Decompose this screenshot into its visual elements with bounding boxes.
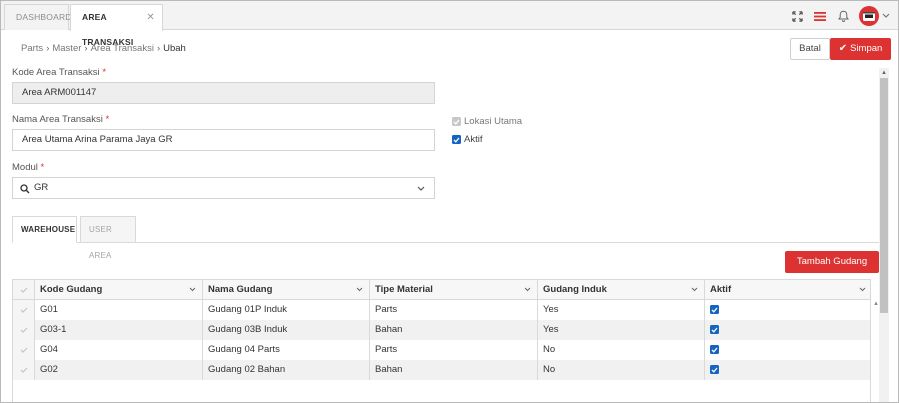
row-select-checkbox[interactable] [13,320,35,340]
nama-area-label: Nama Area Transaksi * [12,114,110,125]
breadcrumb-master[interactable]: Master [52,43,81,54]
tab-user-area[interactable]: USER AREA [80,216,136,260]
checkbox-checked-icon[interactable] [710,365,719,374]
column-menu-chevron-icon[interactable] [524,280,531,299]
close-tab-icon[interactable]: ✕ [146,5,155,30]
column-header-nama-gudang[interactable]: Nama Gudang [203,280,370,299]
checkbox-checked-icon[interactable] [710,325,719,334]
breadcrumb-ubah: Ubah [163,43,186,54]
avatar[interactable] [859,6,879,26]
warehouse-grid: Kode Gudang Nama Gudang Tipe Material Gu… [12,279,871,402]
table-row[interactable]: G04 Gudang 04 Parts Parts No [13,340,870,360]
user-menu-chevron-icon[interactable] [882,12,890,21]
cell-nama-gudang: Gudang 01P Induk [203,300,370,320]
modul-select-value: GR [34,182,49,193]
tab-dashboard-label: DASHBOARD [16,12,72,22]
cell-tipe-material: Parts [370,300,538,320]
lokasi-utama-checkbox: Lokasi Utama [452,116,522,127]
grid-header: Kode Gudang Nama Gudang Tipe Material Gu… [13,280,870,300]
tab-area-transaksi[interactable]: AREA TRANSAKSI ✕ [70,4,163,47]
nama-area-field[interactable]: Area Utama Arina Parama Jaya GR [12,129,435,151]
search-icon [20,182,30,202]
cell-kode-gudang: G01 [35,300,203,320]
cell-aktif [705,340,870,360]
tambah-gudang-button[interactable]: Tambah Gudang [785,251,879,273]
toolbar-icons [790,5,890,27]
select-all-checkbox[interactable] [13,280,35,299]
cell-tipe-material: Bahan [370,360,538,380]
required-mark: * [40,162,45,173]
checkbox-checked-icon[interactable] [710,345,719,354]
batal-button[interactable]: Batal [790,38,830,60]
kode-area-field: Area ARM001147 [12,82,435,104]
lokasi-utama-label: Lokasi Utama [464,116,523,127]
simpan-button[interactable]: ✔ Simpan [830,38,891,60]
column-header-kode-gudang[interactable]: Kode Gudang [35,280,203,299]
cell-nama-gudang: Gudang 02 Bahan [203,360,370,380]
app-window: DASHBOARD AREA TRANSAKSI ✕ Parts › Master [0,0,899,403]
tab-dashboard[interactable]: DASHBOARD [4,4,72,30]
column-menu-chevron-icon[interactable] [356,280,363,299]
breadcrumb-separator-icon: › [84,43,88,54]
cell-aktif [705,320,870,340]
column-header-tipe-material[interactable]: Tipe Material [370,280,538,299]
cell-kode-gudang: G03-1 [35,320,203,340]
cell-tipe-material: Bahan [370,320,538,340]
column-menu-chevron-icon[interactable] [189,280,196,299]
breadcrumb-area-transaksi[interactable]: Area Transaksi [91,43,154,54]
cell-kode-gudang: G04 [35,340,203,360]
page-scrollbar[interactable]: ▲ [879,68,889,402]
column-menu-chevron-icon[interactable] [859,280,866,299]
table-row[interactable]: G01 Gudang 01P Induk Parts Yes [13,300,870,320]
required-mark: * [102,67,107,78]
table-row[interactable]: G02 Gudang 02 Bahan Bahan No [13,360,870,380]
kode-area-label: Kode Area Transaksi * [12,67,107,78]
checkbox-checked-icon[interactable] [710,305,719,314]
breadcrumb-separator-icon: › [156,43,161,54]
breadcrumb: Parts › Master › Area Transaksi › Ubah [21,43,186,54]
row-select-checkbox[interactable] [13,340,35,360]
cell-gudang-induk: No [538,340,705,360]
cell-nama-gudang: Gudang 04 Parts [203,340,370,360]
cell-aktif [705,360,870,380]
aktif-label: Aktif [464,134,483,145]
tab-area-transaksi-label: AREA TRANSAKSI [82,12,134,47]
checkbox-checked-icon[interactable] [452,135,461,144]
cell-gudang-induk: Yes [538,320,705,340]
column-header-gudang-induk[interactable]: Gudang Induk [538,280,705,299]
checkbox-checked-disabled-icon [452,117,461,126]
modul-label: Modul * [12,162,45,173]
row-select-checkbox[interactable] [13,300,35,320]
cell-gudang-induk: Yes [538,300,705,320]
modul-select[interactable]: GR [12,177,435,199]
menu-list-icon[interactable] [813,9,827,23]
cell-tipe-material: Parts [370,340,538,360]
cell-aktif [705,300,870,320]
tab-warehouse[interactable]: WAREHOUSE [12,216,77,243]
row-select-checkbox[interactable] [13,360,35,380]
cell-nama-gudang: Gudang 03B Induk [203,320,370,340]
required-mark: * [105,114,110,125]
scrollbar-thumb[interactable] [880,78,888,313]
column-menu-chevron-icon[interactable] [691,280,698,299]
detail-tabs: WAREHOUSE USER AREA [12,215,879,260]
simpan-button-label: Simpan [850,43,883,54]
top-tab-bar: DASHBOARD AREA TRANSAKSI ✕ [1,1,898,47]
breadcrumb-parts[interactable]: Parts [21,43,43,54]
fullscreen-icon[interactable] [790,9,804,23]
cell-kode-gudang: G02 [35,360,203,380]
bell-icon[interactable] [836,9,850,23]
table-row[interactable]: G03-1 Gudang 03B Induk Bahan Yes [13,320,870,340]
column-header-aktif[interactable]: Aktif [705,280,870,299]
breadcrumb-separator-icon: › [46,43,50,54]
aktif-checkbox[interactable]: Aktif [452,134,482,145]
check-icon: ✔ [838,43,848,54]
scroll-up-icon[interactable]: ▲ [880,69,888,77]
chevron-down-icon [417,178,425,198]
cell-gudang-induk: No [538,360,705,380]
